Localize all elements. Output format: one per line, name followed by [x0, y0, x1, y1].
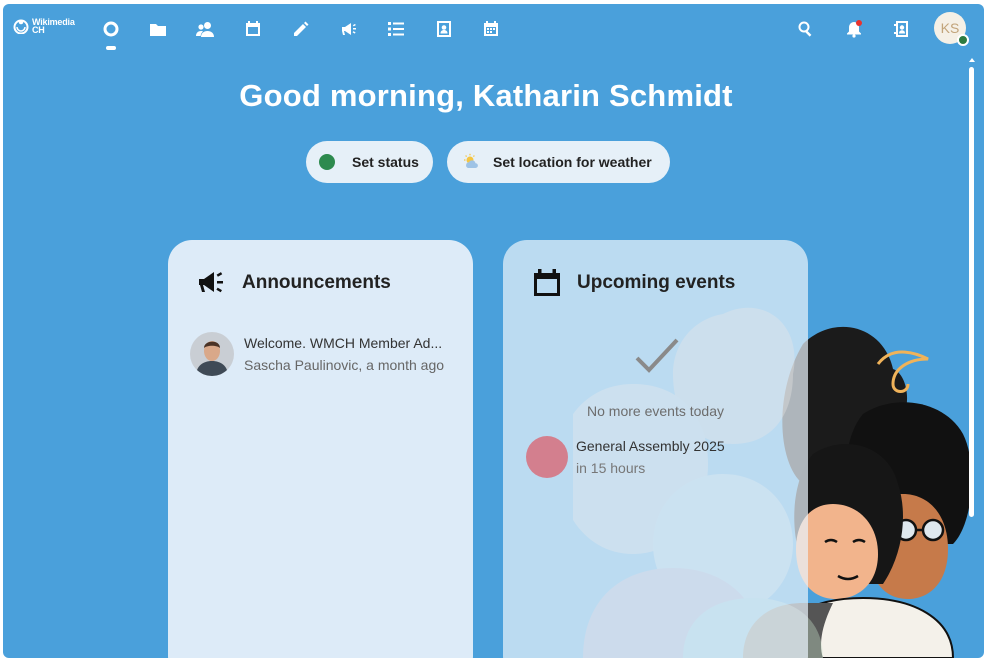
calendar-app-icon[interactable] [240, 16, 266, 42]
contacts-menu-icon[interactable] [889, 16, 915, 42]
event-color-dot [526, 436, 568, 478]
announcements-header: Announcements [197, 268, 391, 298]
event-meta: in 15 hours [576, 460, 646, 476]
calendar-icon [534, 269, 560, 296]
tasks-app-icon[interactable] [383, 16, 409, 42]
notes-pencil-app-icon[interactable] [288, 16, 314, 42]
wikimedia-ch-logo[interactable]: Wikimedia CH [13, 18, 75, 35]
page-scrollbar[interactable] [969, 67, 974, 517]
events-header: Upcoming events [532, 268, 735, 298]
set-status-label: Set status [352, 154, 419, 170]
event-item[interactable]: General Assembly 2025 in 15 hours [526, 436, 725, 478]
status-dot-icon [319, 154, 335, 170]
announcements-widget: Announcements Welcome. WMCH Member Ad...… [168, 240, 473, 658]
user-avatar[interactable]: KS [934, 12, 969, 46]
scroll-up-arrow-icon[interactable] [968, 56, 976, 64]
files-app-icon[interactable] [145, 16, 171, 42]
upcoming-events-widget: Upcoming events No more events today Gen… [503, 240, 808, 658]
checkmark-icon [635, 338, 679, 373]
dashboard-page: Wikimedia CH KS Good morning, Katharin S… [3, 4, 984, 658]
announcements-app-icon[interactable] [336, 16, 362, 42]
wikimedia-logo-icon [13, 19, 29, 34]
set-status-button[interactable]: Set status [306, 141, 433, 183]
no-events-text: No more events today [587, 403, 724, 419]
events-title: Upcoming events [577, 272, 736, 293]
notification-badge [856, 20, 862, 26]
announcement-text: Welcome. WMCH Member Ad... Sascha Paulin… [244, 335, 449, 373]
dashboard-app-icon[interactable] [98, 16, 124, 50]
announcement-title: Welcome. WMCH Member Ad... [244, 335, 443, 351]
brand-line2: CH [32, 25, 45, 35]
notifications-bell-icon[interactable] [841, 16, 867, 42]
online-status-indicator [957, 34, 969, 46]
contacts-circles-app-icon[interactable] [192, 16, 218, 42]
user-initials: KS [940, 20, 960, 36]
author-avatar [190, 332, 234, 376]
set-weather-location-button[interactable]: Set location for weather [447, 141, 670, 183]
set-weather-label: Set location for weather [493, 154, 652, 170]
megaphone-icon [199, 272, 223, 293]
announcements-title: Announcements [242, 272, 391, 293]
event-title: General Assembly 2025 [576, 438, 725, 454]
event-text: General Assembly 2025 in 15 hours [576, 438, 725, 476]
weather-sun-cloud-icon [464, 153, 478, 168]
contacts-app-icon[interactable] [431, 16, 457, 42]
announcement-item[interactable]: Welcome. WMCH Member Ad... Sascha Paulin… [190, 332, 450, 376]
announcement-meta: Sascha Paulinovic, a month ago [244, 357, 445, 373]
greeting-heading: Good morning, Katharin Schmidt [239, 78, 733, 113]
brand-wordmark: Wikimedia CH [32, 18, 75, 35]
top-bar: Wikimedia CH KS [3, 4, 984, 52]
search-icon[interactable] [793, 16, 819, 42]
calendar-view-app-icon[interactable] [478, 16, 504, 42]
